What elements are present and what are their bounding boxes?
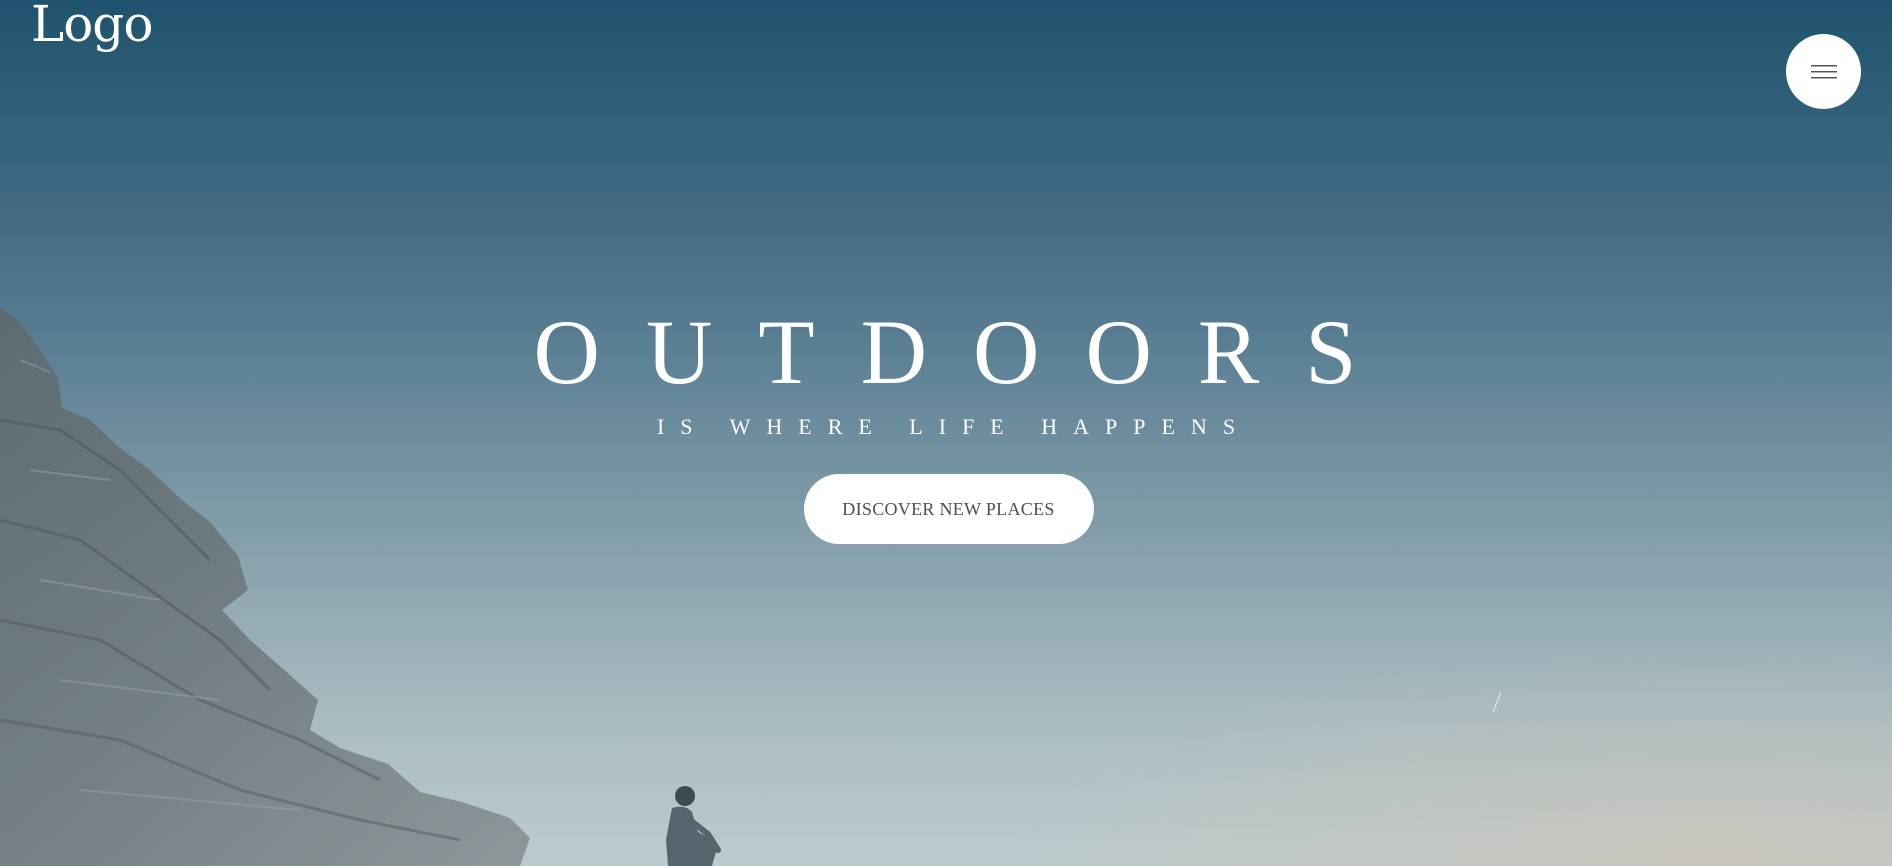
menu-button[interactable]: [1786, 34, 1861, 109]
hero-title: OUTDOORS: [533, 301, 1403, 403]
background-glow: [992, 646, 1892, 866]
logo[interactable]: Logo: [31, 0, 153, 54]
distant-bird: [1492, 691, 1502, 713]
discover-new-places-button[interactable]: DISCOVER NEW PLACES: [803, 474, 1094, 545]
hamburger-menu-icon: [1810, 64, 1837, 78]
seated-person-silhouette: [666, 786, 721, 866]
hero-section: OUTDOORS IS WHERE LIFE HAPPENS DISCOVER …: [0, 300, 1892, 545]
hero-subtitle: IS WHERE LIFE HAPPENS: [656, 413, 1252, 439]
